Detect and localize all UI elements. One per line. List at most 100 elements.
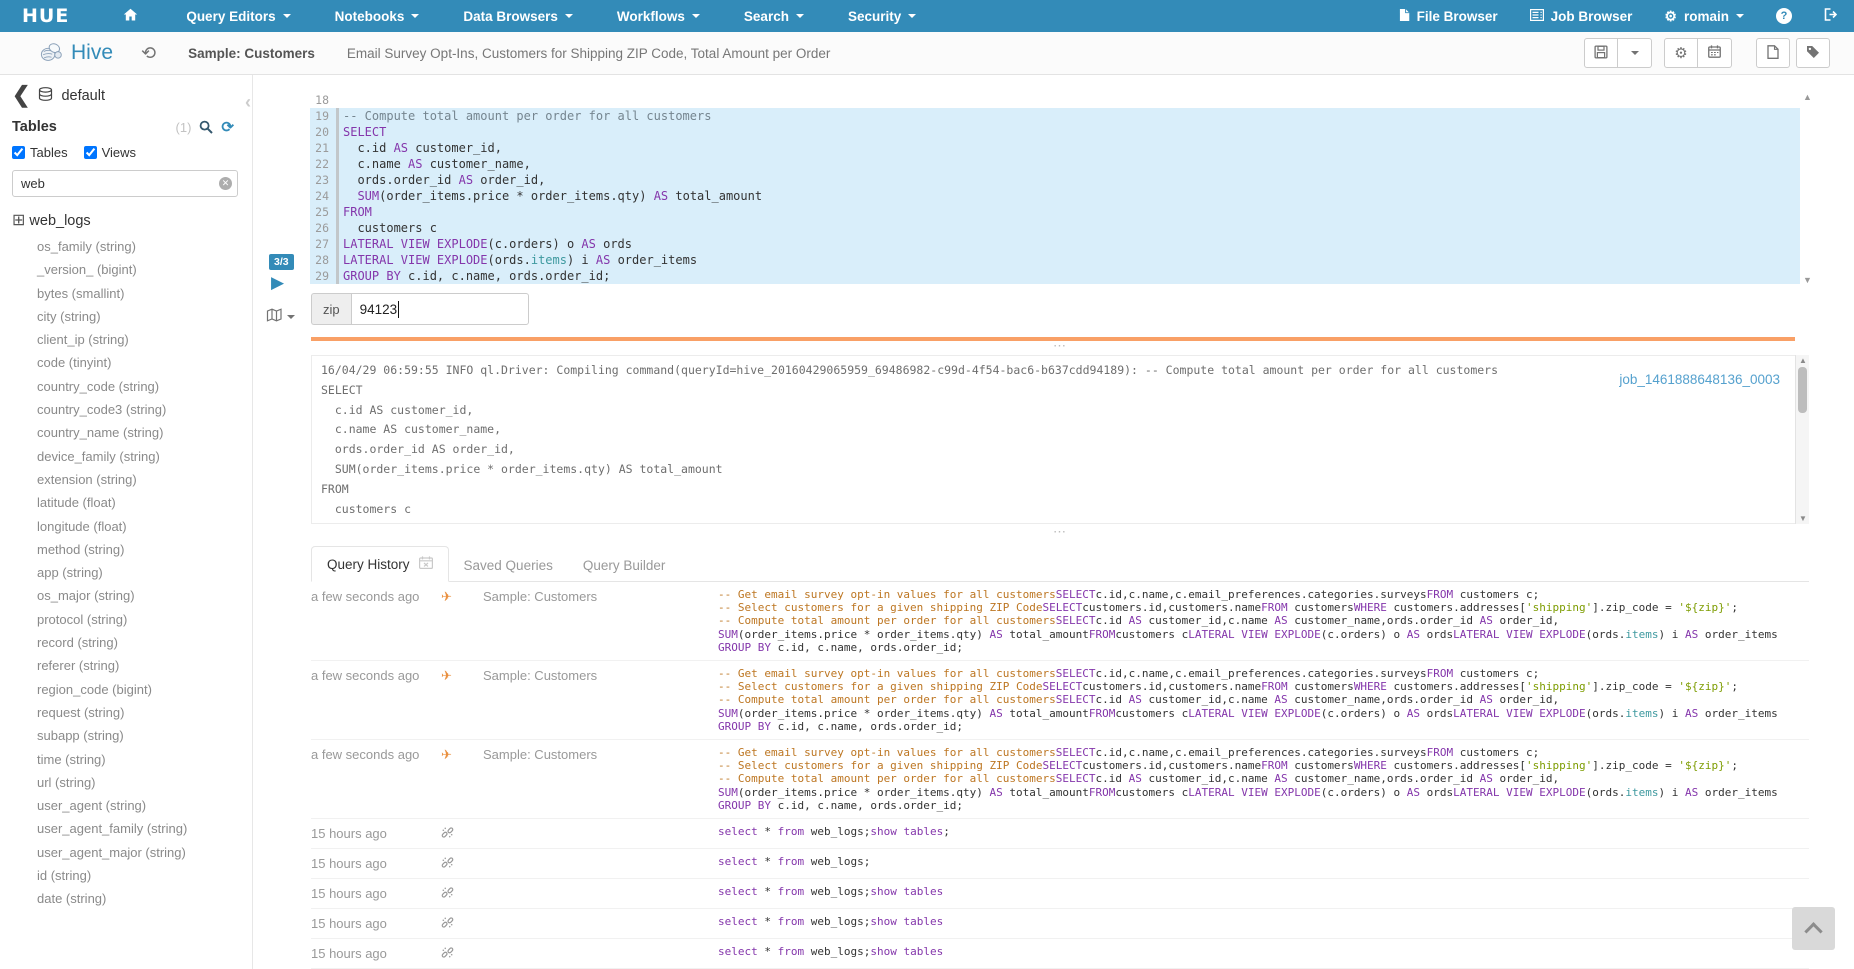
- column-item[interactable]: device_family (string): [37, 445, 252, 468]
- history-row[interactable]: 15 hours agoselect * from web_logs;show …: [311, 909, 1809, 939]
- nav-menu-search[interactable]: Search: [722, 0, 826, 32]
- help-button[interactable]: ?: [1760, 0, 1808, 32]
- hue-logo[interactable]: HUE: [22, 5, 69, 27]
- nav-menu-query-editors[interactable]: Query Editors: [164, 0, 312, 32]
- clear-search-icon[interactable]: ✕: [219, 177, 232, 190]
- database-name[interactable]: default: [61, 88, 105, 104]
- job-browser-button[interactable]: Job Browser: [1514, 0, 1649, 32]
- save-options-button[interactable]: [1618, 38, 1652, 68]
- column-item[interactable]: record (string): [37, 631, 252, 654]
- column-item[interactable]: longitude (float): [37, 515, 252, 538]
- resize-handle[interactable]: ⋯: [311, 527, 1809, 539]
- calendar-x-icon[interactable]: [419, 556, 433, 572]
- column-item[interactable]: extension (string): [37, 468, 252, 491]
- filter-views-toggle[interactable]: Views: [84, 145, 136, 160]
- column-item[interactable]: user_agent_major (string): [37, 841, 252, 864]
- history-row[interactable]: 15 hours agoselect * from web_logs;show …: [311, 879, 1809, 909]
- history-timestamp: a few seconds ago: [311, 667, 441, 733]
- scroll-to-top-button[interactable]: [1792, 907, 1835, 950]
- column-item[interactable]: id (string): [37, 864, 252, 887]
- table-item-web-logs[interactable]: ⊞ web_logs: [12, 213, 252, 229]
- column-item[interactable]: user_agent_family (string): [37, 817, 252, 840]
- tab-saved-queries[interactable]: Saved Queries: [449, 549, 568, 582]
- column-item[interactable]: referer (string): [37, 654, 252, 677]
- history-query-sql[interactable]: select * from web_logs;show tables: [718, 945, 1809, 962]
- zip-input[interactable]: 94123: [351, 293, 529, 325]
- column-item[interactable]: _version_ (bigint): [37, 258, 252, 281]
- resize-handle[interactable]: ⋯: [311, 341, 1809, 353]
- nav-menu-security[interactable]: Security: [826, 0, 938, 32]
- history-query-sql[interactable]: select * from web_logs;show tables: [718, 915, 1809, 932]
- column-item[interactable]: os_major (string): [37, 584, 252, 607]
- history-query-sql[interactable]: -- Get email survey opt-in values for al…: [718, 667, 1809, 733]
- column-item[interactable]: latitude (float): [37, 491, 252, 514]
- history-query-sql[interactable]: select * from web_logs;show tables: [718, 885, 1809, 902]
- history-row[interactable]: 15 hours agoselect * from web_logs;: [311, 849, 1809, 879]
- minimap-button[interactable]: [266, 308, 295, 325]
- history-row[interactable]: a few seconds ago✈Sample: Customers-- Ge…: [311, 740, 1809, 819]
- sidebar-collapse-handle[interactable]: ‹: [245, 92, 251, 113]
- nav-menu-notebooks[interactable]: Notebooks: [313, 0, 442, 32]
- column-item[interactable]: date (string): [37, 887, 252, 910]
- logout-button[interactable]: [1808, 0, 1854, 32]
- history-query-sql[interactable]: -- Get email survey opt-in values for al…: [718, 588, 1809, 654]
- job-link[interactable]: job_1461888648136_0003: [1619, 372, 1780, 387]
- log-scrollbar[interactable]: ▲ ▼: [1795, 355, 1809, 524]
- history-query-sql[interactable]: -- Get email survey opt-in values for al…: [718, 746, 1809, 812]
- nav-menu-workflows[interactable]: Workflows: [595, 0, 722, 32]
- home-button[interactable]: [123, 8, 138, 24]
- tables-checkbox[interactable]: [12, 146, 25, 159]
- new-query-button[interactable]: [1756, 38, 1790, 68]
- user-menu[interactable]: ⚙ romain: [1648, 0, 1760, 32]
- hive-app-button[interactable]: Hive: [38, 39, 113, 67]
- column-item[interactable]: country_code (string): [37, 375, 252, 398]
- history-row[interactable]: 15 hours agoselect * from web_logs;show …: [311, 939, 1809, 969]
- scroll-down-icon[interactable]: ▼: [1803, 275, 1812, 285]
- history-row[interactable]: 15 hours agoselect * from web_logs;show …: [311, 819, 1809, 849]
- column-item[interactable]: app (string): [37, 561, 252, 584]
- tab-query-builder[interactable]: Query Builder: [568, 549, 681, 582]
- scrollbar-thumb[interactable]: [1798, 367, 1807, 413]
- back-icon[interactable]: ❮: [12, 88, 30, 102]
- column-item[interactable]: client_ip (string): [37, 328, 252, 351]
- column-item[interactable]: city (string): [37, 305, 252, 328]
- column-item[interactable]: code (tinyint): [37, 351, 252, 374]
- column-item[interactable]: country_code3 (string): [37, 398, 252, 421]
- table-search-input[interactable]: [12, 170, 238, 197]
- column-item[interactable]: method (string): [37, 538, 252, 561]
- refresh-icon[interactable]: ⟳: [221, 120, 234, 135]
- history-query-sql[interactable]: select * from web_logs;: [718, 855, 1809, 872]
- file-browser-button[interactable]: File Browser: [1383, 0, 1514, 32]
- query-history-icon[interactable]: ⟲: [141, 44, 156, 62]
- scroll-up-icon[interactable]: ▲: [1803, 92, 1812, 102]
- nav-menu-data-browsers[interactable]: Data Browsers: [441, 0, 595, 32]
- column-item[interactable]: os_family (string): [37, 235, 252, 258]
- column-item[interactable]: subapp (string): [37, 724, 252, 747]
- column-item[interactable]: user_agent (string): [37, 794, 252, 817]
- column-item[interactable]: url (string): [37, 771, 252, 794]
- settings-button[interactable]: ⚙: [1664, 38, 1698, 68]
- save-button[interactable]: [1584, 38, 1618, 68]
- filter-tables-toggle[interactable]: Tables: [12, 145, 68, 160]
- execute-button[interactable]: ▶: [271, 274, 284, 291]
- search-tables-button[interactable]: [199, 120, 213, 134]
- column-item[interactable]: time (string): [37, 748, 252, 771]
- history-query-sql[interactable]: select * from web_logs;show tables;: [718, 825, 1809, 842]
- tab-query-history[interactable]: Query History: [311, 546, 449, 582]
- scroll-up-icon[interactable]: ▲: [1799, 356, 1807, 365]
- column-item[interactable]: region_code (bigint): [37, 678, 252, 701]
- column-item[interactable]: request (string): [37, 701, 252, 724]
- history-row[interactable]: a few seconds ago✈Sample: Customers-- Ge…: [311, 582, 1809, 661]
- tags-button[interactable]: [1796, 38, 1830, 68]
- scroll-down-icon[interactable]: ▼: [1799, 514, 1807, 523]
- history-row[interactable]: a few seconds ago✈Sample: Customers-- Ge…: [311, 661, 1809, 740]
- sql-editor[interactable]: 1819-- Compute total amount per order fo…: [310, 92, 1800, 285]
- column-item[interactable]: bytes (smallint): [37, 282, 252, 305]
- schedule-button[interactable]: [1698, 38, 1732, 68]
- column-item[interactable]: country_name (string): [37, 421, 252, 444]
- column-item[interactable]: protocol (string): [37, 608, 252, 631]
- views-checkbox[interactable]: [84, 146, 97, 159]
- editor-line: 22 c.name AS customer_name,: [310, 156, 1800, 172]
- code-token: order_id,: [1493, 614, 1559, 627]
- editor-scrollbar[interactable]: ▲ ▼: [1801, 92, 1814, 285]
